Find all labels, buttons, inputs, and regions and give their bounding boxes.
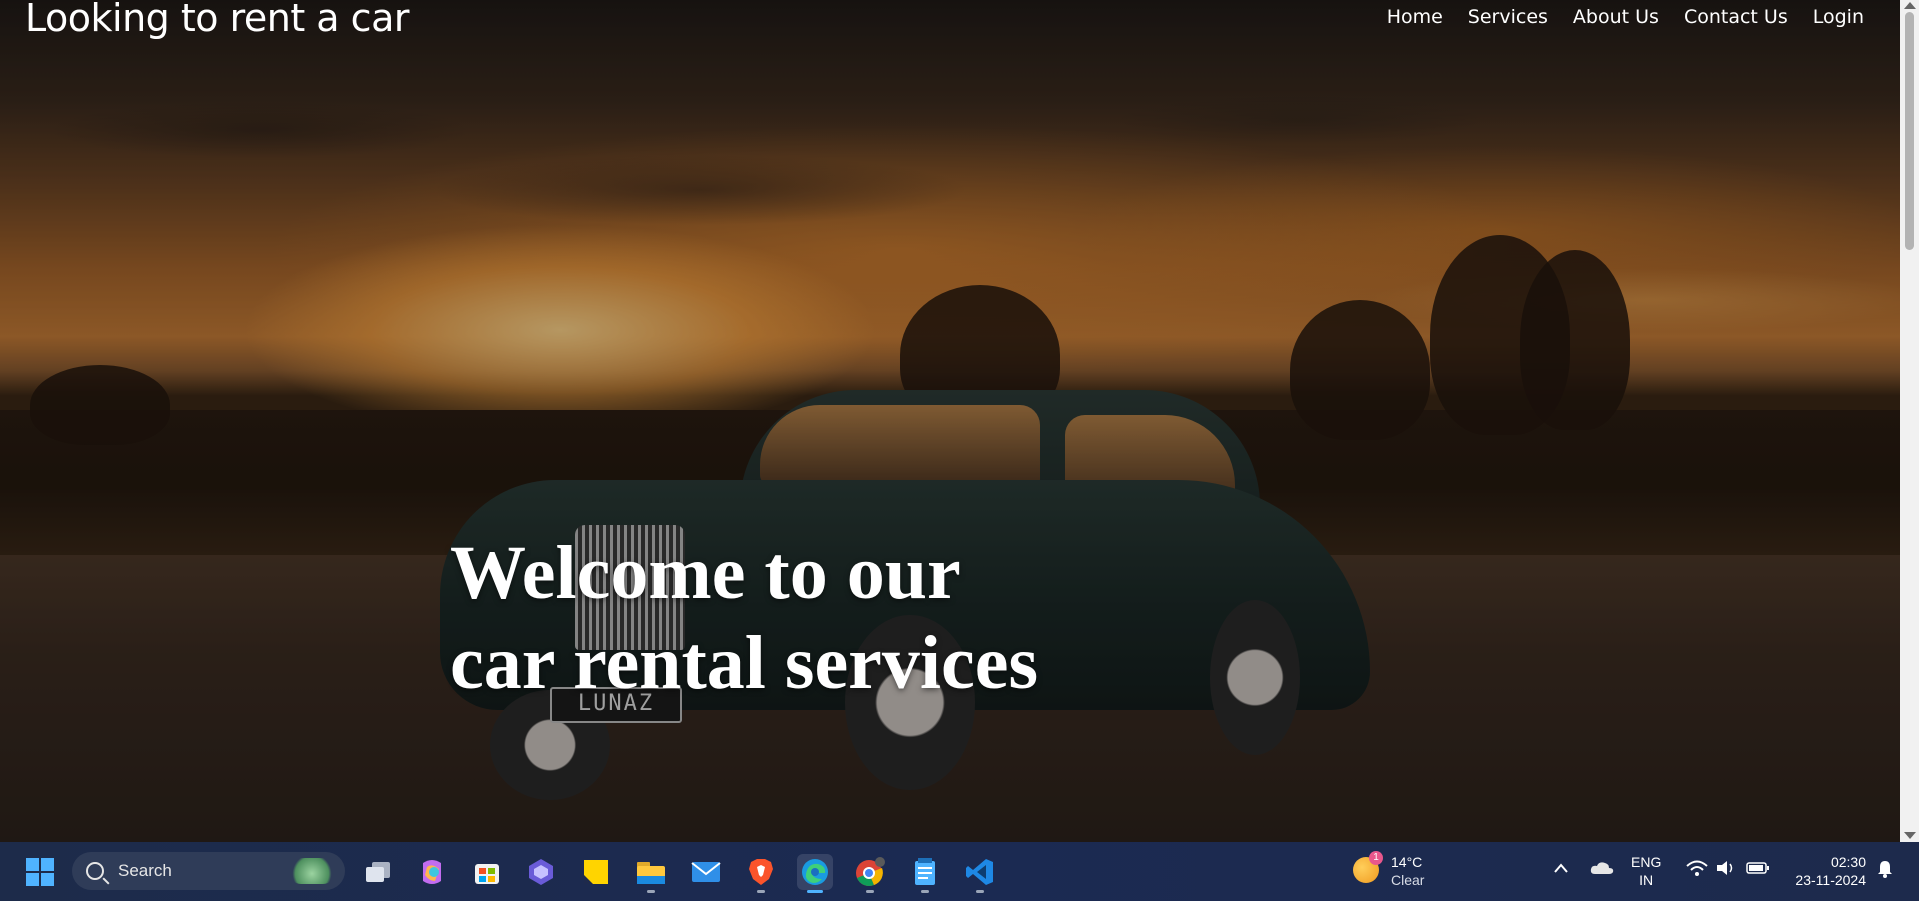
- hero-overlay: [0, 0, 1900, 842]
- running-indicator: [866, 890, 874, 893]
- windows-start-icon[interactable]: [22, 854, 58, 890]
- running-indicator: [757, 890, 765, 893]
- chrome-browser-icon[interactable]: [852, 854, 888, 893]
- copilot-icon[interactable]: [414, 854, 450, 890]
- hero-heading: Welcome to our car rental services: [450, 528, 1038, 708]
- brave-browser-icon[interactable]: [743, 854, 779, 893]
- weather-desc: Clear: [1391, 872, 1425, 888]
- chevron-up-icon[interactable]: [1553, 860, 1569, 878]
- search-highlight-icon: [289, 858, 335, 884]
- file-explorer-icon[interactable]: [633, 854, 669, 893]
- language-region: IN: [1639, 872, 1654, 888]
- volume-icon[interactable]: [1716, 860, 1736, 880]
- hero-section: LUNAZ: [0, 0, 1900, 842]
- nav-contact-us[interactable]: Contact Us: [1684, 6, 1788, 28]
- nav-services[interactable]: Services: [1468, 6, 1548, 28]
- scroll-thumb[interactable]: [1905, 12, 1914, 250]
- weather-temp: 14°C: [1391, 854, 1423, 870]
- nav-about-us[interactable]: About Us: [1573, 6, 1659, 28]
- sticky-notes-icon[interactable]: [578, 854, 614, 890]
- hero-heading-line1: Welcome to our: [450, 531, 961, 615]
- wifi-icon[interactable]: [1686, 860, 1708, 880]
- language-code: ENG: [1631, 854, 1662, 870]
- running-indicator: [976, 890, 984, 893]
- task-view-icon[interactable]: [360, 854, 396, 890]
- hero-heading-line2: car rental services: [450, 621, 1039, 705]
- running-indicator: [647, 890, 655, 893]
- app-hexagon-icon[interactable]: [523, 854, 559, 890]
- battery-icon[interactable]: [1746, 861, 1770, 879]
- scroll-down-arrow-icon[interactable]: [1904, 832, 1916, 839]
- scroll-up-arrow-icon[interactable]: [1904, 2, 1916, 9]
- microsoft-store-icon[interactable]: [469, 854, 505, 890]
- notepad-icon[interactable]: [907, 854, 943, 893]
- active-app-indicator: [807, 890, 823, 893]
- language-indicator[interactable]: ENG IN: [1631, 853, 1661, 889]
- main-nav: Home Services About Us Contact Us Login: [1387, 6, 1864, 28]
- mail-icon[interactable]: [688, 854, 724, 890]
- clock-time: 02:30: [1830, 854, 1866, 870]
- nav-login[interactable]: Login: [1813, 6, 1864, 28]
- onedrive-cloud-icon[interactable]: [1590, 861, 1614, 879]
- search-icon: [86, 862, 104, 880]
- weather-badge: 1: [1369, 851, 1383, 865]
- clock[interactable]: 02:30 23-11-2024: [1786, 853, 1866, 889]
- page-scrollbar[interactable]: [1900, 0, 1919, 842]
- vscode-icon[interactable]: [962, 854, 998, 893]
- nav-home[interactable]: Home: [1387, 6, 1443, 28]
- weather-widget[interactable]: 14°C Clear: [1391, 853, 1424, 889]
- clock-date: 23-11-2024: [1795, 872, 1866, 888]
- notification-bell-icon[interactable]: [1876, 860, 1894, 882]
- edge-browser-icon[interactable]: [797, 854, 833, 893]
- running-indicator: [921, 890, 929, 893]
- taskbar-search[interactable]: Search: [72, 852, 345, 890]
- site-brand[interactable]: Looking to rent a car: [25, 0, 409, 40]
- search-placeholder: Search: [118, 861, 172, 880]
